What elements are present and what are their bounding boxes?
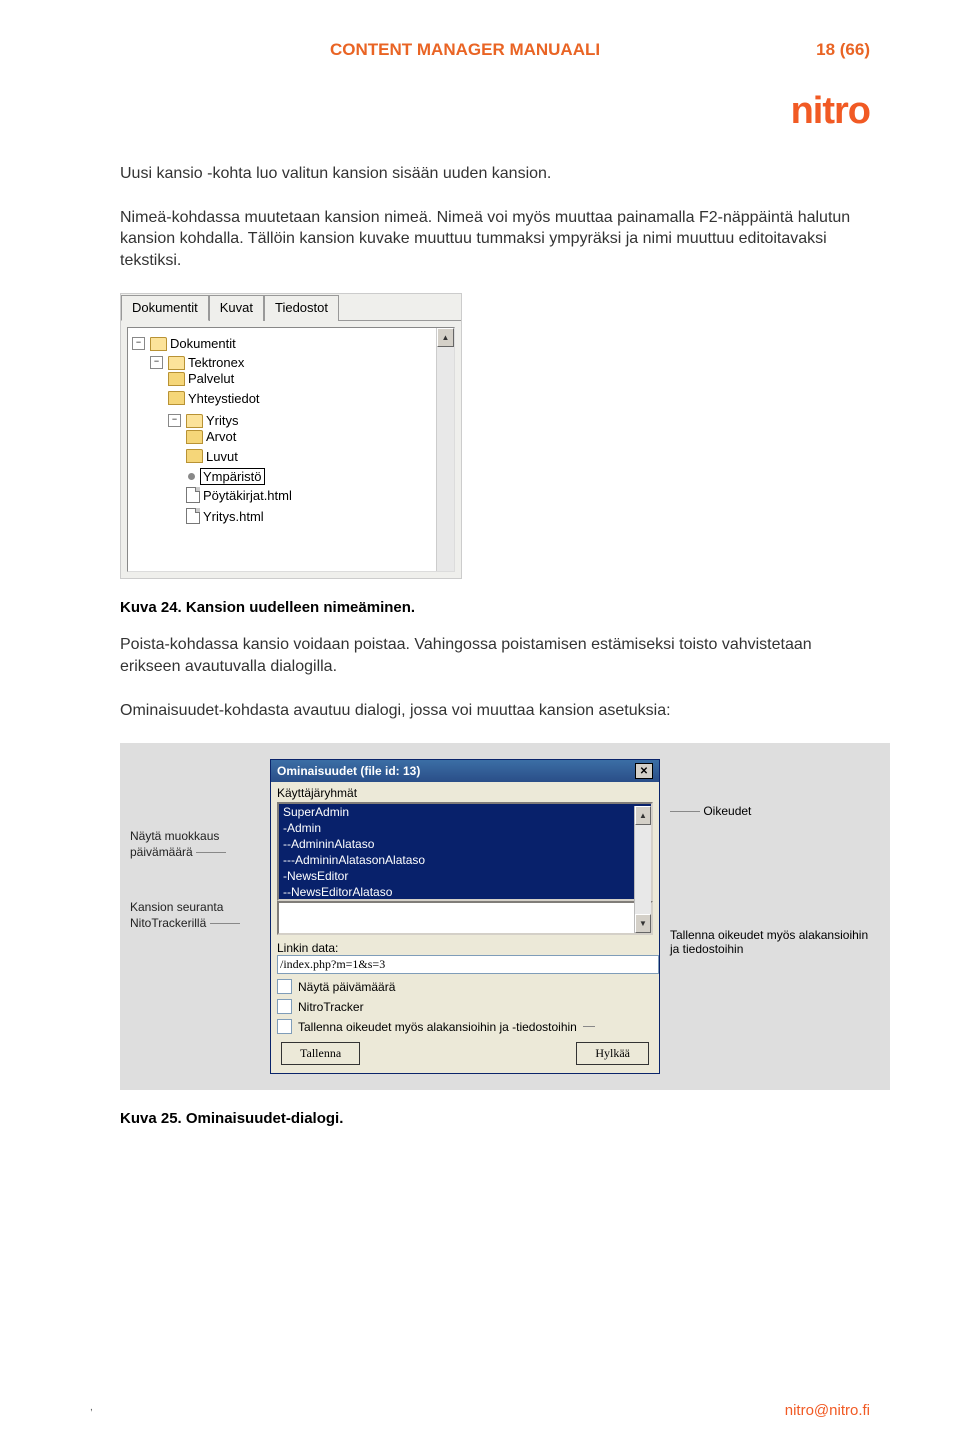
- properties-dialog: Ominaisuudet (file id: 13) ✕ Käyttäjäryh…: [270, 759, 660, 1074]
- tree-item[interactable]: Pöytäkirjat.html: [186, 486, 454, 507]
- doc-header-title: CONTENT MANAGER MANUAALI: [330, 40, 600, 60]
- tree-item[interactable]: −Yritys Arvot Luvut Ympäristö Pöytäkirja…: [168, 409, 454, 529]
- tree-item[interactable]: −Dokumentit −Tektronex Palvelut Yhteysti…: [132, 332, 454, 531]
- paragraph: Nimeä-kohdassa muutetaan kansion nimeä. …: [120, 207, 870, 272]
- paragraph: Uusi kansio -kohta luo valitun kansion s…: [120, 163, 870, 185]
- folder-icon: [186, 430, 203, 444]
- annotation-label: Näytä muokkaus päivämäärä: [130, 829, 270, 860]
- folder-icon: [150, 337, 167, 351]
- figure-caption: Kuva 25. Ominaisuudet-dialogi.: [120, 1110, 870, 1127]
- checkbox-label: Tallenna oikeudet myös alakansioihin ja …: [298, 1020, 577, 1034]
- screenshot-properties-dialog: Näytä muokkaus päivämäärä Kansion seuran…: [120, 743, 890, 1090]
- paragraph: Poista-kohdassa kansio voidaan poistaa. …: [120, 634, 870, 677]
- annotation-label: Oikeudet: [670, 804, 870, 818]
- tab-dokumentit[interactable]: Dokumentit: [121, 295, 209, 321]
- tree-item[interactable]: Yhteystiedot: [168, 390, 454, 410]
- tree-item[interactable]: Yritys.html: [186, 507, 454, 528]
- list-item[interactable]: ---AdmininAlatasonAlataso: [279, 852, 651, 868]
- groups-label: Käyttäjäryhmät: [277, 786, 653, 800]
- scroll-down-icon[interactable]: ▼: [635, 914, 651, 933]
- save-button[interactable]: Tallenna: [281, 1042, 360, 1065]
- checkbox-save-subfolders[interactable]: [277, 1019, 292, 1034]
- tree-item[interactable]: Luvut: [186, 448, 454, 468]
- link-data-label: Linkin data:: [277, 941, 653, 955]
- list-item[interactable]: -Admin: [279, 820, 651, 836]
- usergroups-listbox[interactable]: SuperAdmin -Admin --AdmininAlataso ---Ad…: [277, 802, 653, 901]
- page-number: 18 (66): [816, 40, 870, 60]
- list-item[interactable]: --NewsEditorAlataso: [279, 884, 651, 900]
- tab-kuvat[interactable]: Kuvat: [209, 295, 264, 321]
- tree-item[interactable]: −Tektronex Palvelut Yhteystiedot −Yritys…: [150, 351, 454, 530]
- brand-logo: nitro: [120, 90, 870, 133]
- scrollbar[interactable]: ▲: [436, 328, 454, 571]
- dialog-title: Ominaisuudet (file id: 13): [277, 764, 420, 778]
- listbox-empty-area: ▲ ▼: [277, 901, 653, 935]
- annotation-label: Kansion seuranta NitoTrackerillä: [130, 900, 270, 931]
- folder-icon: [168, 372, 185, 386]
- list-item[interactable]: -NewsEditor: [279, 868, 651, 884]
- close-button[interactable]: ✕: [635, 763, 653, 779]
- cancel-button[interactable]: Hylkää: [576, 1042, 649, 1065]
- tree-item[interactable]: Arvot: [186, 428, 454, 448]
- checkbox-show-date[interactable]: [277, 979, 292, 994]
- list-item[interactable]: SuperAdmin: [279, 804, 651, 820]
- document-icon: [186, 508, 200, 524]
- tree-item[interactable]: Palvelut: [168, 370, 454, 390]
- folder-icon: [168, 356, 185, 370]
- footer-mark: ,: [90, 1402, 93, 1413]
- link-data-input[interactable]: [277, 955, 659, 974]
- document-icon: [186, 487, 200, 503]
- tree-item-editing[interactable]: Ympäristö: [186, 467, 454, 486]
- checkbox-label: NitroTracker: [298, 1000, 364, 1014]
- footer-email: nitro@nitro.fi: [785, 1402, 870, 1419]
- folder-icon: [186, 449, 203, 463]
- scroll-up-icon[interactable]: ▲: [437, 328, 454, 347]
- folder-tree: −Dokumentit −Tektronex Palvelut Yhteysti…: [128, 332, 454, 531]
- paragraph: Ominaisuudet-kohdasta avautuu dialogi, j…: [120, 700, 870, 722]
- checkbox-label: Näytä päivämäärä: [298, 980, 395, 994]
- figure-caption: Kuva 24. Kansion uudelleen nimeäminen.: [120, 599, 870, 616]
- tab-tiedostot[interactable]: Tiedostot: [264, 295, 339, 321]
- annotation-label: Tallenna oikeudet myös alakansioihin ja …: [670, 928, 870, 956]
- scrollbar[interactable]: ▲ ▼: [634, 806, 651, 933]
- scroll-up-icon[interactable]: ▲: [635, 806, 651, 825]
- edit-dot-icon: [188, 473, 195, 480]
- folder-icon: [168, 391, 185, 405]
- checkbox-nitrotracker[interactable]: [277, 999, 292, 1014]
- folder-icon: [186, 414, 203, 428]
- screenshot-tree-panel: Dokumentit Kuvat Tiedostot −Dokumentit −…: [120, 293, 462, 579]
- list-item[interactable]: --AdmininAlataso: [279, 836, 651, 852]
